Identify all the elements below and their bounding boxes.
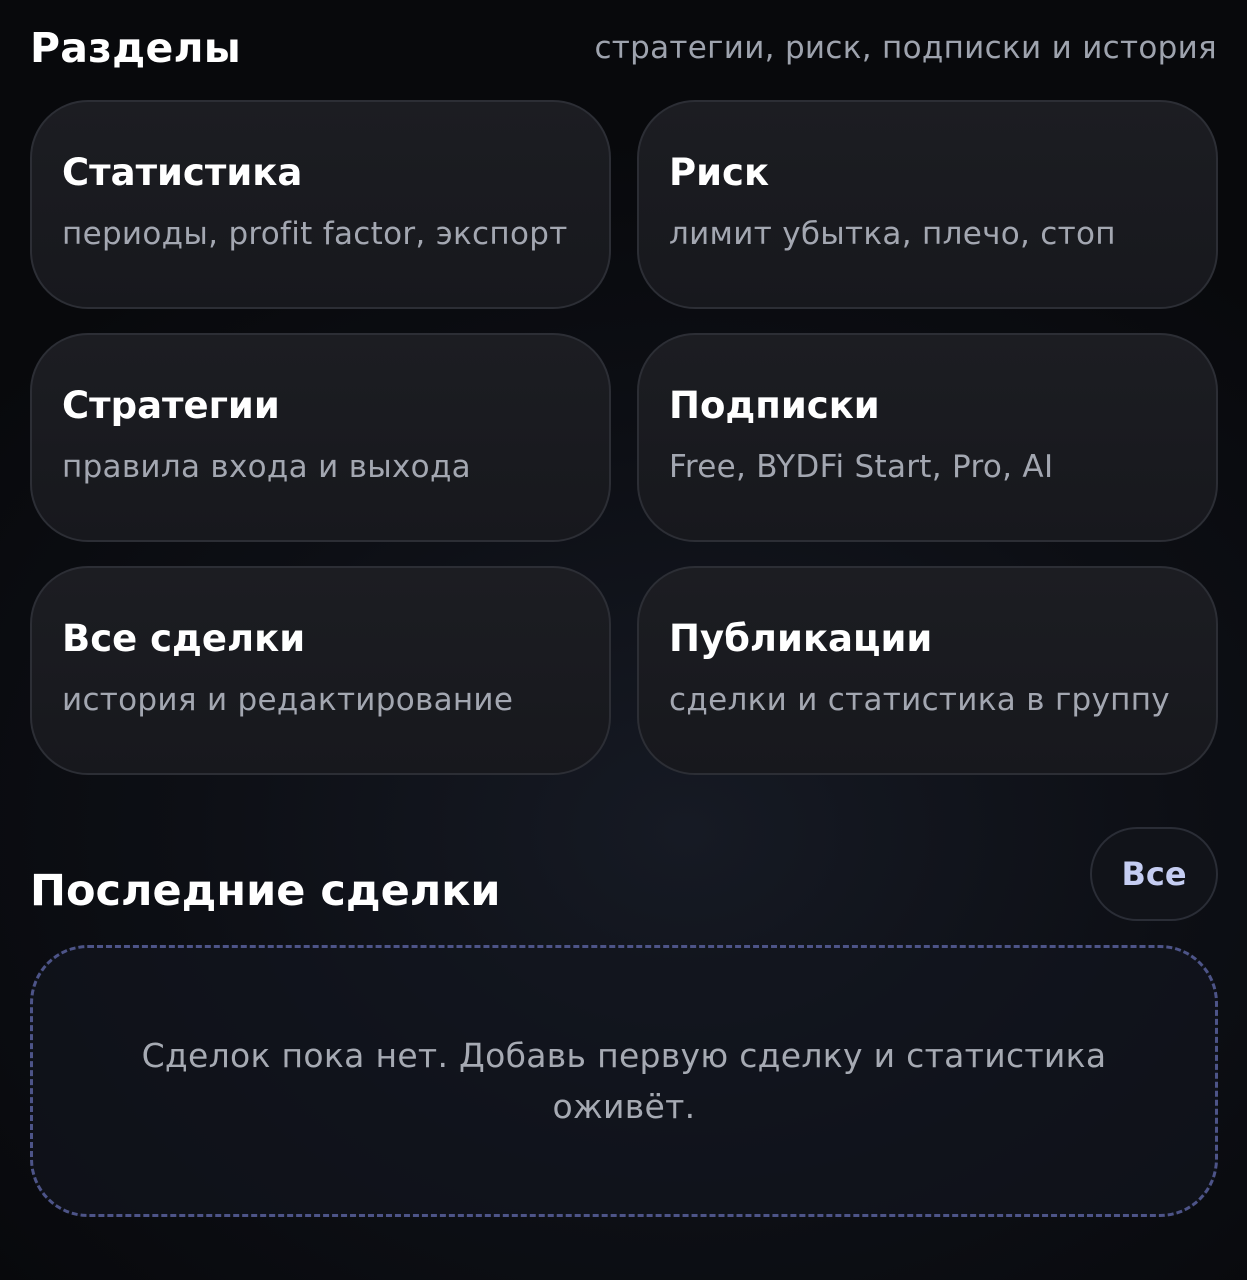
empty-trades-placeholder: Сделок пока нет. Добавь первую сделку и … <box>30 945 1218 1217</box>
card-description: периоды, profit factor, экспорт <box>62 216 568 252</box>
card-description: Free, BYDFi Start, Pro, AI <box>669 449 1054 485</box>
card-all-trades[interactable]: Все сделки история и редактирование <box>30 566 611 775</box>
empty-trades-message: Сделок пока нет. Добавь первую сделку и … <box>141 1036 1107 1126</box>
card-title: Стратегии <box>62 384 280 427</box>
sections-subtitle: стратегии, риск, подписки и история <box>594 30 1217 66</box>
card-title: Риск <box>669 151 770 194</box>
card-title: Подписки <box>669 384 880 427</box>
card-description: правила входа и выхода <box>62 449 471 485</box>
card-subscriptions[interactable]: Подписки Free, BYDFi Start, Pro, AI <box>637 333 1218 542</box>
card-description: сделки и статистика в группу <box>669 682 1170 718</box>
card-risk[interactable]: Риск лимит убытка, плечо, стоп <box>637 100 1218 309</box>
card-title: Все сделки <box>62 617 306 660</box>
recent-trades-title: Последние сделки <box>30 866 501 916</box>
card-strategies[interactable]: Стратегии правила входа и выхода <box>30 333 611 542</box>
sections-header: Разделы стратегии, риск, подписки и исто… <box>30 18 1217 78</box>
card-description: лимит убытка, плечо, стоп <box>669 216 1116 252</box>
sections-title: Разделы <box>30 24 241 72</box>
card-statistics[interactable]: Статистика периоды, profit factor, экспо… <box>30 100 611 309</box>
all-trades-button[interactable]: Все <box>1090 827 1218 921</box>
card-title: Публикации <box>669 617 933 660</box>
card-title: Статистика <box>62 151 303 194</box>
card-publications[interactable]: Публикации сделки и статистика в группу <box>637 566 1218 775</box>
card-description: история и редактирование <box>62 682 514 718</box>
sections-grid: Статистика периоды, profit factor, экспо… <box>30 100 1218 775</box>
